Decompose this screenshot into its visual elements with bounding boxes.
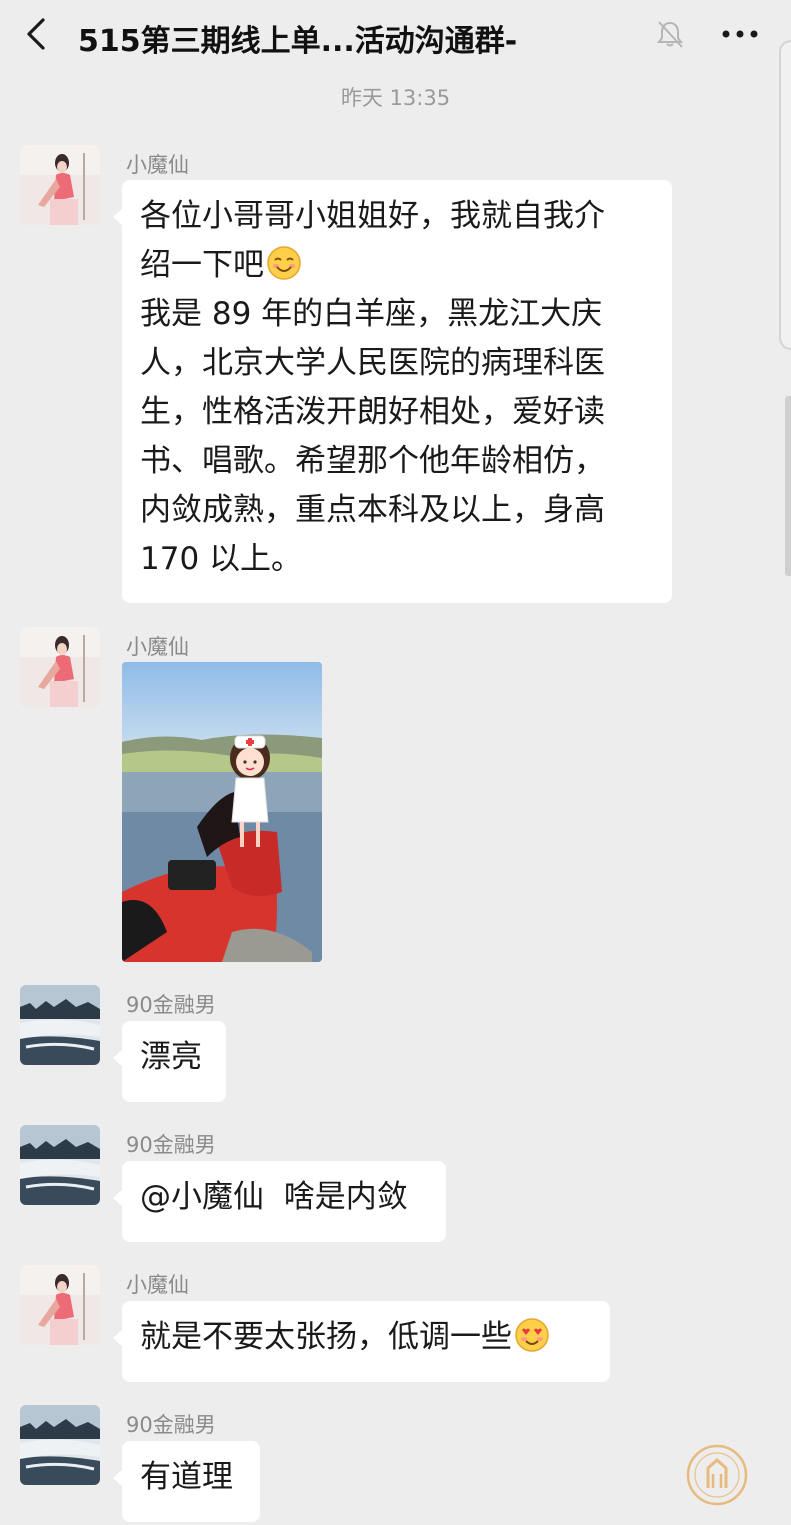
message-text: 我是 89 年的白羊座，黑龙江大庆 (140, 296, 603, 332)
avatar[interactable] (20, 145, 100, 225)
sender-name: 小魔仙 (126, 1273, 189, 1297)
bell-muted-icon (652, 16, 688, 52)
message-text: 漂亮 (140, 1039, 202, 1075)
message-text: 有道理 (140, 1459, 233, 1495)
message-timestamp: 昨天 13:35 (340, 86, 451, 110)
watermark-logo (686, 1444, 748, 1506)
chevron-left-icon (27, 18, 45, 50)
sender-name: 小魔仙 (126, 153, 189, 177)
chat-screen: 515第三期线上单...活动沟通群- 昨天 13:35 小魔仙 各位小哥哥小姐姐… (0, 0, 791, 1525)
message-text: 生，性格活泼开朗好相处，爱好读 (140, 394, 605, 430)
message-bubble[interactable]: @小魔仙 啥是内敛 (113, 1161, 446, 1242)
sender-name: 90金融男 (126, 993, 216, 1017)
avatar[interactable] (20, 985, 100, 1065)
chat-header: 515第三期线上单...活动沟通群- (0, 0, 791, 70)
sender-name: 90金融男 (126, 1413, 216, 1437)
scrollbar-thumb[interactable] (785, 396, 791, 576)
avatar[interactable] (20, 1405, 100, 1485)
sender-name: 小魔仙 (126, 635, 189, 659)
message-text-line: 绍一下吧 (140, 241, 652, 290)
back-button[interactable] (18, 14, 58, 54)
chat-title: 515第三期线上单...活动沟通群- (78, 24, 518, 59)
message-bubble[interactable]: 就是不要太张扬，低调一些 (113, 1301, 610, 1382)
sender-name: 90金融男 (126, 1133, 216, 1157)
message-bubble[interactable]: 漂亮 (113, 1021, 226, 1102)
message-text: 170 以上。 (140, 541, 303, 577)
message-text: 绍一下吧 (140, 247, 264, 283)
avatar[interactable] (20, 1265, 100, 1345)
avatar[interactable] (20, 627, 100, 707)
heart-eyes-emoji (515, 1318, 549, 1352)
message-text: 人，北京大学人民医院的病理科医 (140, 345, 605, 381)
message-bubble[interactable]: 各位小哥哥小姐姐好，我就自我介 绍一下吧 我是 89 年的白羊座，黑龙江大庆 人… (113, 180, 672, 603)
more-button[interactable] (716, 18, 764, 50)
avatar[interactable] (20, 1125, 100, 1205)
message-text: 内敛成熟，重点本科及以上，身高 (140, 492, 605, 528)
more-dots-icon (722, 30, 758, 38)
message-text: 书、唱歌。希望那个他年龄相仿， (140, 443, 605, 479)
message-text-line: 就是不要太张扬，低调一些 (140, 1313, 590, 1362)
smiling-face-emoji (267, 246, 301, 280)
message-text: @小魔仙 啥是内敛 (140, 1179, 408, 1215)
message-text: 就是不要太张扬，低调一些 (140, 1319, 512, 1355)
message-bubble[interactable]: 有道理 (113, 1441, 260, 1522)
message-text: 各位小哥哥小姐姐好，我就自我介 (140, 198, 605, 234)
photo-message[interactable] (122, 662, 322, 962)
